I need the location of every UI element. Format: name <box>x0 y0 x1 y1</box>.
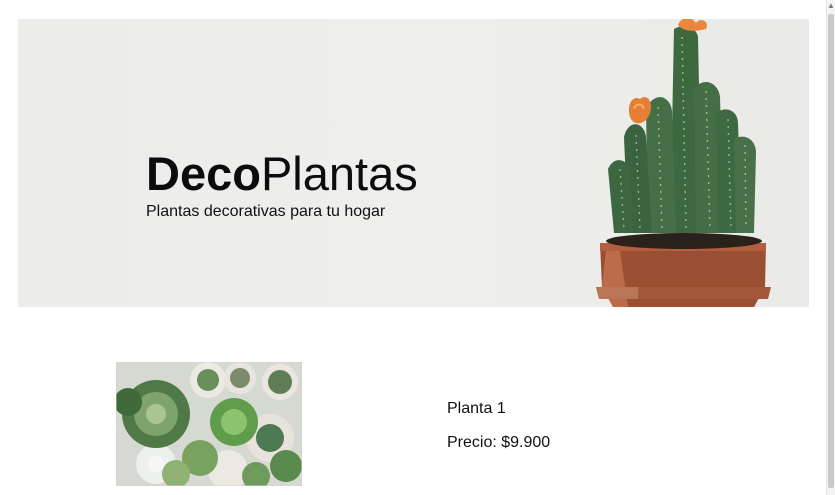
succulents-image <box>116 362 302 486</box>
brand-title-bold: Deco <box>146 147 261 200</box>
brand-title: DecoPlantas <box>146 147 418 201</box>
vertical-scrollbar[interactable]: ▲ <box>826 0 835 495</box>
cactus-pot-image <box>596 19 771 307</box>
arrow-up-icon[interactable]: ▲ <box>827 0 835 12</box>
scrollbar-thumb[interactable] <box>828 14 834 488</box>
product-name: Planta 1 <box>447 400 506 417</box>
page: DecoPlantas Plantas decorativas para tu … <box>0 0 835 495</box>
product-price: Precio: $9.900 <box>447 434 551 451</box>
hero-tagline: Plantas decorativas para tu hogar <box>146 203 386 220</box>
brand-title-regular: Plantas <box>260 147 418 200</box>
product-image[interactable] <box>116 362 302 486</box>
hero-banner: DecoPlantas Plantas decorativas para tu … <box>18 19 809 307</box>
